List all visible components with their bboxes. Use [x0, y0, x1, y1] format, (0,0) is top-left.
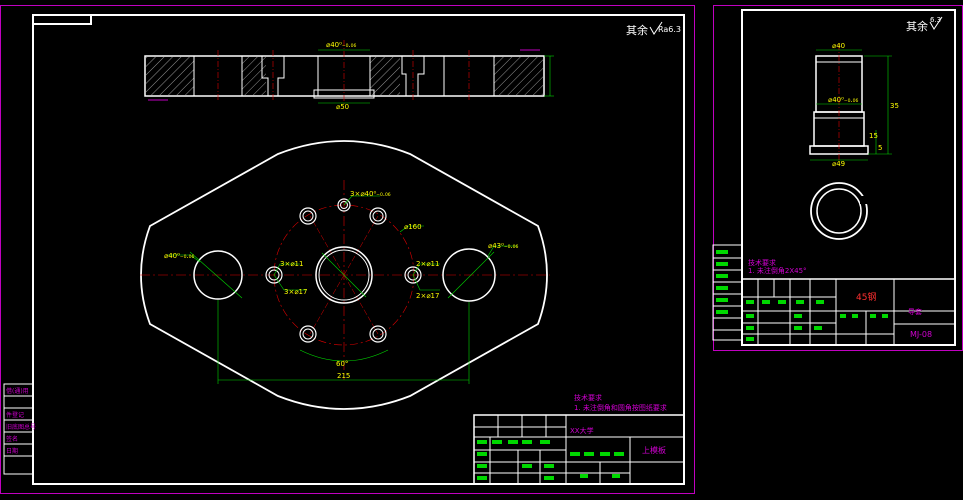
main-sheet-corner-tab [33, 15, 92, 25]
counterbore-holes [265, 198, 422, 343]
dim-small-holes-right: 2×⌀11 [416, 260, 439, 268]
main-surface-finish-value: Ra6.3 [658, 25, 681, 34]
dim-small-holes-left: 3×⌀11 [280, 260, 303, 268]
side-surface-finish-value: 6.3 [930, 16, 941, 24]
side-title-block: 45钢 导套 MJ-08 [741, 278, 956, 346]
side-dim-height: 35 [890, 102, 899, 110]
side-dim-h3: 5 [878, 144, 882, 152]
side-dim-mid: ⌀40⁰₋₀.₀₆ [828, 96, 858, 104]
side-dim-top: ⌀40 [832, 42, 845, 50]
dim-pcd: ⌀160 [404, 223, 422, 231]
left-strip-label-4: 签名 [6, 435, 18, 443]
dim-left-bore: ⌀40⁰₋₀.₀₆ [164, 252, 194, 260]
side-dim-h2: 15 [869, 132, 878, 140]
left-strip-label-1: 借(通)用 [6, 387, 29, 395]
dim-small-holes-right-cb: 2×⌀17 [416, 292, 439, 300]
side-tech-req-title: 技术要求 [748, 258, 776, 267]
main-tech-req-title: 技术要求 [574, 393, 602, 402]
main-title-name: 上模板 [642, 445, 666, 455]
main-surface-finish-note: 其余 [626, 23, 648, 37]
main-tech-req-item: 1. 未注倒角和圆角按图纸要求 [574, 403, 667, 412]
side-sheet-outer-border [713, 5, 963, 351]
plan-view: 3×⌀40⁰₋₀.₀₆ ⌀40⁰₋₀.₀₆ ⌀43⁰₋₀.₀₆ ⌀160 3×⌀… [140, 140, 550, 410]
dim-small-holes-left-cb: 3×⌀17 [284, 288, 307, 296]
cad-drawing-canvas: 借(通)用 件登记 旧底图总号 签名 日期 其余 Ra6.3 ⌀40⁰₋₀.₀₆… [0, 5, 963, 494]
side-filing-strip [712, 244, 743, 341]
dim-angle: 60° [336, 360, 348, 368]
main-sheet-outer-border [0, 5, 695, 494]
side-surface-finish-note: 其余 [906, 19, 928, 33]
top-section-view: ⌀40⁰₋₀.₀₆ ⌀50 [144, 40, 554, 111]
left-strip-label-5: 日期 [6, 447, 18, 455]
dim-top-bottom-bore: ⌀50 [336, 103, 349, 111]
side-title-name: 导套 [908, 307, 922, 316]
side-title-code: MJ-08 [910, 330, 932, 339]
dim-right-bore: ⌀43⁰₋₀.₀₆ [488, 242, 518, 250]
main-title-company: XX大学 [570, 426, 594, 435]
dim-hole-top: 3×⌀40⁰₋₀.₀₆ [350, 190, 391, 198]
side-dim-bottom: ⌀49 [832, 160, 845, 168]
left-strip-label-3: 旧底图总号 [6, 423, 36, 431]
main-title-block: XX大学 上模板 [473, 414, 685, 485]
dim-top-bore: ⌀40⁰₋₀.₀₆ [326, 41, 356, 49]
side-title-material: 45钢 [856, 291, 876, 303]
side-tech-req-item: 1. 未注倒角2X45° [748, 266, 807, 275]
dim-span: 215 [337, 372, 350, 380]
left-filing-strip: 借(通)用 件登记 旧底图总号 签名 日期 [3, 383, 36, 475]
bushing-end-view [810, 182, 870, 240]
left-strip-label-2: 件登记 [6, 411, 24, 419]
bushing-side-view: ⌀40 ⌀40⁰₋₀.₀₆ ⌀49 35 15 5 [809, 42, 899, 168]
